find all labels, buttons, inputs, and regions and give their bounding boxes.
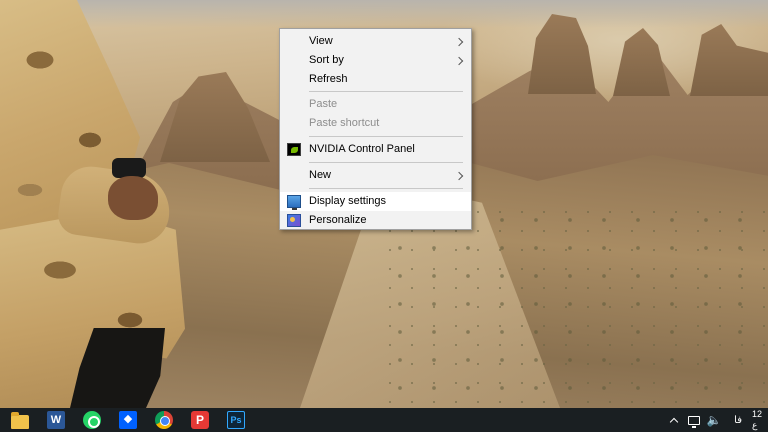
volume-icon: 🔈 [706,413,722,427]
menu-item-display-settings[interactable]: Display settings [280,192,471,211]
menu-separator [309,188,463,189]
taskbar-app-dropbox[interactable] [110,408,146,432]
desktop-context-menu: View Sort by Refresh Paste Paste shortcu… [279,28,472,230]
system-tray: 🔈 فا 12 ع [666,408,768,432]
taskbar-app-file-explorer[interactable] [2,408,38,432]
menu-item-paste-shortcut: Paste shortcut [280,114,471,133]
menu-item-view[interactable]: View [280,32,471,51]
menu-item-label: Personalize [309,214,367,226]
menu-item-new[interactable]: New [280,166,471,185]
taskbar-app-psiphon[interactable]: P [182,408,218,432]
dropbox-icon [119,411,137,429]
menu-item-label: New [309,169,332,181]
personalize-icon [287,214,301,227]
file-explorer-icon [11,412,29,429]
network-icon [688,415,701,428]
menu-item-label: Paste [309,98,338,110]
submenu-arrow-icon [456,166,462,186]
taskbar-clock[interactable]: 12 ع [752,409,768,431]
volume-button[interactable]: 🔈 [706,408,722,432]
shrub-texture [380,200,768,408]
rock-spire [690,24,768,96]
chevron-up-icon [669,417,679,427]
menu-item-label: NVIDIA Control Panel [309,143,415,155]
photoshop-icon: Ps [227,411,245,429]
taskbar-app-chrome[interactable] [146,408,182,432]
menu-item-label: Paste shortcut [309,117,380,129]
taskbar: W P Ps 🔈 فا 12 ع [0,408,768,432]
menu-item-paste: Paste [280,95,471,114]
menu-item-label: Sort by [309,54,344,66]
wristwatch [112,158,146,178]
menu-separator [309,162,463,163]
psiphon-icon: P [191,411,209,429]
menu-item-label: Display settings [309,195,387,207]
show-hidden-icons-button[interactable] [666,408,682,432]
submenu-arrow-icon [456,32,462,52]
clock-time: 12 [752,409,763,419]
menu-item-label: Refresh [309,73,348,85]
menu-item-personalize[interactable]: Personalize [280,211,471,230]
submenu-arrow-icon [456,51,462,71]
word-icon: W [47,411,65,429]
clock-suffix: ع [752,420,758,430]
taskbar-app-photoshop[interactable]: Ps [218,408,254,432]
display-icon [287,195,301,210]
input-language-indicator[interactable]: فا [734,415,742,426]
rock-spire [613,28,670,96]
menu-item-label: View [309,35,333,47]
taskbar-app-whatsapp[interactable] [74,408,110,432]
nvidia-icon [287,143,301,156]
whatsapp-icon [83,411,101,429]
taskbar-app-word[interactable]: W [38,408,74,432]
menu-separator [309,91,463,92]
menu-item-nvidia-control-panel[interactable]: NVIDIA Control Panel [280,140,471,159]
menu-separator [309,136,463,137]
soldier-hand [108,176,158,220]
menu-item-refresh[interactable]: Refresh [280,70,471,89]
soldier-figure [0,0,190,408]
network-button[interactable] [686,408,702,432]
chrome-icon [155,411,173,429]
menu-item-sort-by[interactable]: Sort by [280,51,471,70]
